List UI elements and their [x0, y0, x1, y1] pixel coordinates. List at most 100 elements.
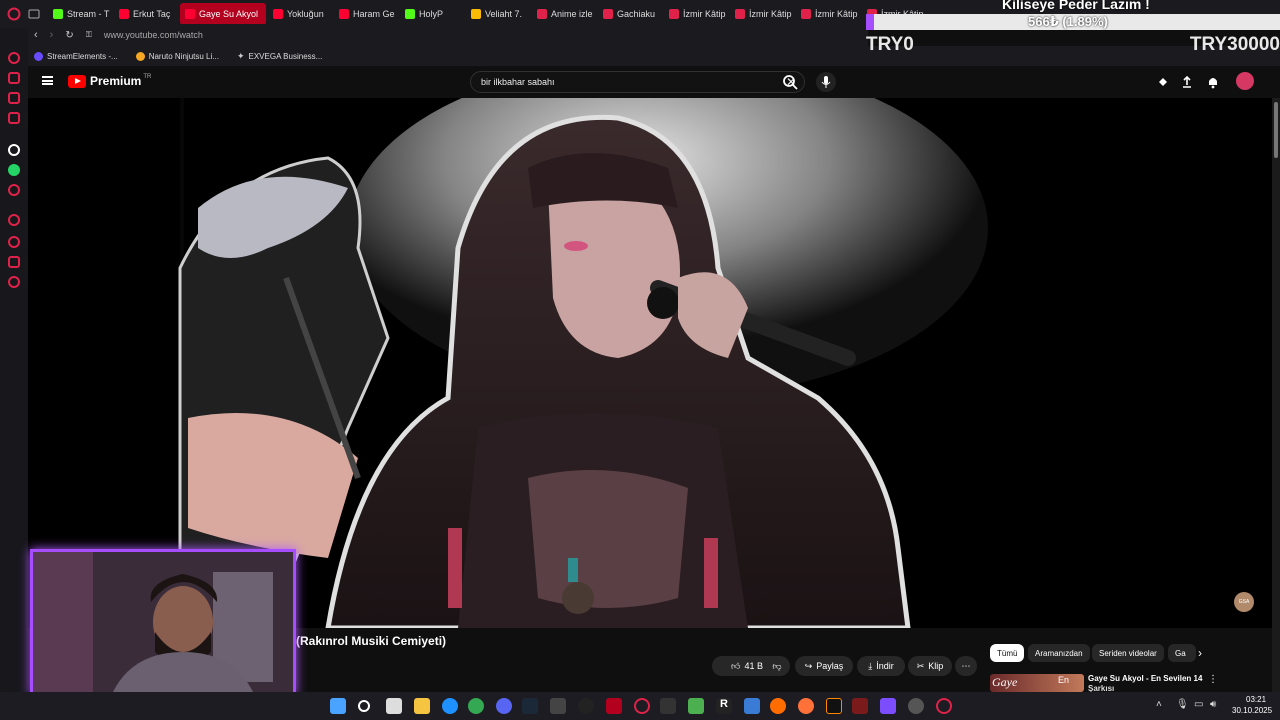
- clock-date[interactable]: 30.10.2025: [1232, 706, 1272, 715]
- browser-tab[interactable]: Yokluğun: [268, 3, 332, 25]
- taskbar-search-icon[interactable]: [358, 700, 370, 712]
- browser-tab[interactable]: Gachiaku: [598, 3, 662, 25]
- reload-icon[interactable]: ↻: [65, 30, 73, 41]
- app-green-icon[interactable]: [688, 698, 704, 714]
- firefox-icon[interactable]: [798, 698, 814, 714]
- tab-favicon-icon: [801, 9, 811, 19]
- upload-icon[interactable]: [1180, 75, 1194, 89]
- browser-tab[interactable]: Stream - T: [48, 3, 112, 25]
- forward-icon[interactable]: ›: [50, 29, 54, 41]
- webcam-overlay: [30, 549, 296, 695]
- browser-tab[interactable]: İzmir Kâtip: [730, 3, 794, 25]
- browser-tab[interactable]: HolyP: [400, 3, 464, 25]
- browser-tab[interactable]: İzmir Kâtip: [796, 3, 860, 25]
- app-red-icon[interactable]: [606, 698, 622, 714]
- obs-icon[interactable]: [880, 698, 896, 714]
- app-r-icon[interactable]: R: [716, 698, 732, 714]
- sidebar-search-icon[interactable]: [8, 52, 20, 64]
- download-button[interactable]: ⤓ İndir: [857, 656, 905, 676]
- github-icon[interactable]: [578, 698, 594, 714]
- tab-label: Erkut Taç: [133, 9, 171, 19]
- app-gear-icon[interactable]: [908, 698, 924, 714]
- opera-taskbar-icon[interactable]: [634, 698, 650, 714]
- opera-logo-icon[interactable]: [0, 0, 28, 28]
- sidebar-messenger-icon[interactable]: [8, 92, 20, 104]
- sidebar-history-icon[interactable]: [8, 236, 20, 248]
- avatar[interactable]: [1236, 72, 1254, 90]
- more-actions-button[interactable]: ⋯: [955, 656, 977, 676]
- chip-series[interactable]: Seriden videolar: [1092, 644, 1164, 662]
- recommended-video[interactable]: Gaye En Gaye Su Akyol - En Sevilen 14 Şa…: [990, 674, 1270, 693]
- volume-icon[interactable]: 🔊︎: [1210, 699, 1216, 710]
- tab-label: Anime izle: [551, 9, 593, 19]
- bookmark-item[interactable]: Naruto Ninjutsu Li...: [135, 51, 219, 61]
- bookmark-item[interactable]: ✦ EXVEGA Business...: [237, 51, 322, 62]
- photos-icon[interactable]: [744, 698, 760, 714]
- brand-label: Premium: [90, 74, 142, 88]
- tab-label: Stream - T: [67, 9, 110, 19]
- scrollbar-thumb[interactable]: [1274, 102, 1278, 158]
- address-bar: ‹ › ↻ ⚿ www.youtube.com/watch: [28, 24, 868, 46]
- tab-favicon-icon: [669, 9, 679, 19]
- chip-from-search[interactable]: Aramanızdan: [1028, 644, 1090, 662]
- page-scrollbar[interactable]: [1272, 98, 1280, 692]
- capcut-icon[interactable]: [660, 698, 676, 714]
- share-button[interactable]: ↪ Paylaş: [795, 656, 853, 676]
- search-button[interactable]: [780, 72, 800, 92]
- search-input[interactable]: bir ilkbahar sabahı ✕: [470, 71, 805, 93]
- app-dark-icon[interactable]: [826, 698, 842, 714]
- recommended-title: Gaye Su Akyol - En Sevilen 14: [1088, 674, 1203, 683]
- url-field[interactable]: www.youtube.com/watch: [104, 30, 203, 40]
- tab-favicon-icon: [735, 9, 745, 19]
- microphone-tray-icon[interactable]: 🎙︎: [1176, 699, 1189, 710]
- clip-button[interactable]: ✂ Klip: [908, 656, 952, 676]
- webcam-feed: [33, 552, 293, 692]
- recommended-thumbnail: Gaye En: [990, 674, 1084, 692]
- app-shield-icon[interactable]: [852, 698, 868, 714]
- chip-more[interactable]: Ga: [1168, 644, 1196, 662]
- edge-icon[interactable]: [442, 698, 458, 714]
- sidebar-ai-icon[interactable]: [8, 144, 20, 156]
- like-icon: 👍︎: [731, 660, 741, 671]
- browser-tab[interactable]: Haram Ge: [334, 3, 398, 25]
- browser-tab[interactable]: İzmir Kâtip: [664, 3, 728, 25]
- dislike-button[interactable]: 👎︎: [764, 656, 790, 676]
- browser-tab[interactable]: Erkut Taç: [114, 3, 178, 25]
- bookmark-item[interactable]: StreamElements -...: [34, 51, 118, 61]
- browser-tab[interactable]: Anime izle: [532, 3, 596, 25]
- app-orange-icon[interactable]: [770, 698, 786, 714]
- sidebar-shop-icon[interactable]: [8, 72, 20, 84]
- channel-watermark-badge[interactable]: GSA: [1234, 592, 1254, 612]
- sidebar-music-icon[interactable]: [8, 112, 20, 124]
- menu-icon[interactable]: [42, 76, 53, 85]
- discord-icon[interactable]: [496, 698, 512, 714]
- network-icon[interactable]: ▭: [1194, 699, 1203, 710]
- task-view-icon[interactable]: [386, 698, 402, 714]
- sidebar-whatsapp-icon[interactable]: [8, 164, 20, 176]
- overlay-stat: 566₺ (1.89%): [1028, 14, 1108, 29]
- start-icon[interactable]: [330, 698, 346, 714]
- chrome-icon[interactable]: [468, 698, 484, 714]
- tray-up-icon[interactable]: ˄: [1156, 699, 1162, 710]
- sidebar-settings-icon[interactable]: [8, 276, 20, 288]
- chip-all[interactable]: Tümü: [990, 644, 1025, 662]
- notifications-icon[interactable]: [1206, 75, 1220, 89]
- sidebar-app-icon[interactable]: [8, 184, 20, 196]
- recommended-menu-icon[interactable]: ⋮: [1208, 674, 1218, 685]
- sidebar-extensions-icon[interactable]: [8, 256, 20, 268]
- app-icon[interactable]: [550, 698, 566, 714]
- back-icon[interactable]: ‹: [34, 29, 38, 41]
- tab-favicon-icon: [53, 9, 63, 19]
- voice-search-button[interactable]: [816, 72, 836, 92]
- sidebar-flow-icon[interactable]: [8, 214, 20, 226]
- overlay-headline: Kiliseye Peder Lazım !: [1002, 0, 1150, 12]
- browser-tab[interactable]: Veliaht 7.: [466, 3, 530, 25]
- opera-gx-icon[interactable]: [936, 698, 952, 714]
- clock-time[interactable]: 03:21: [1246, 695, 1266, 704]
- steam-icon[interactable]: [522, 698, 538, 714]
- create-icon[interactable]: [1156, 75, 1170, 89]
- chips-next-icon[interactable]: ›: [1198, 646, 1202, 660]
- browser-tab[interactable]: Gaye Su Akyol: [180, 3, 266, 25]
- youtube-logo[interactable]: Premium TR: [68, 74, 151, 88]
- file-explorer-icon[interactable]: [414, 698, 430, 714]
